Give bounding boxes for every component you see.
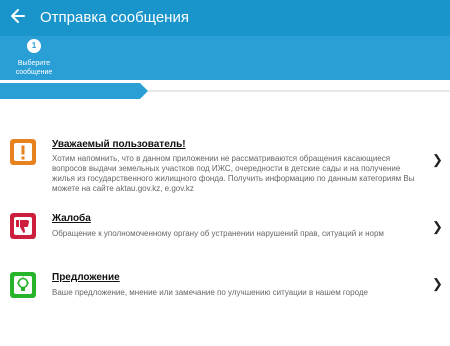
app-bar: Отправка сообщения bbox=[0, 0, 450, 36]
item-description: Хотим напомнить, что в данном приложении… bbox=[52, 154, 415, 193]
arrow-left-icon[interactable] bbox=[8, 6, 28, 26]
list-item-notice[interactable]: Уважаемый пользователь! Хотим напомнить,… bbox=[0, 138, 450, 200]
item-title: Жалоба bbox=[52, 213, 91, 224]
item-description: Обращение к уполномоченному органу об ус… bbox=[52, 229, 384, 238]
item-title: Уважаемый пользователь! bbox=[52, 139, 186, 150]
chevron-right-icon: ❯ bbox=[432, 152, 443, 167]
step-progress-bar bbox=[0, 80, 450, 100]
chevron-right-icon: ❯ bbox=[432, 276, 443, 291]
step-label-line2: сообщение bbox=[15, 69, 53, 76]
list-item-suggestion[interactable]: Предложение Ваше предложение, мнение или… bbox=[0, 271, 450, 301]
chevron-right-icon: ❯ bbox=[432, 219, 443, 234]
stepper: 1 Выберите сообщение bbox=[0, 36, 450, 80]
thumbs-down-icon bbox=[10, 213, 36, 239]
lightbulb-icon bbox=[10, 272, 36, 298]
exclamation-icon bbox=[10, 139, 36, 165]
page-title: Отправка сообщения bbox=[40, 9, 189, 26]
item-title: Предложение bbox=[52, 272, 120, 283]
step-label-line1: Выберите bbox=[17, 60, 51, 67]
list-item-complaint[interactable]: Жалоба Обращение к уполномоченному орган… bbox=[0, 212, 450, 242]
step-number: 1 bbox=[27, 39, 41, 53]
step-progress-fill bbox=[0, 83, 148, 99]
item-description: Ваше предложение, мнение или замечание п… bbox=[52, 288, 368, 297]
step-label: Выберите сообщение bbox=[0, 59, 68, 77]
